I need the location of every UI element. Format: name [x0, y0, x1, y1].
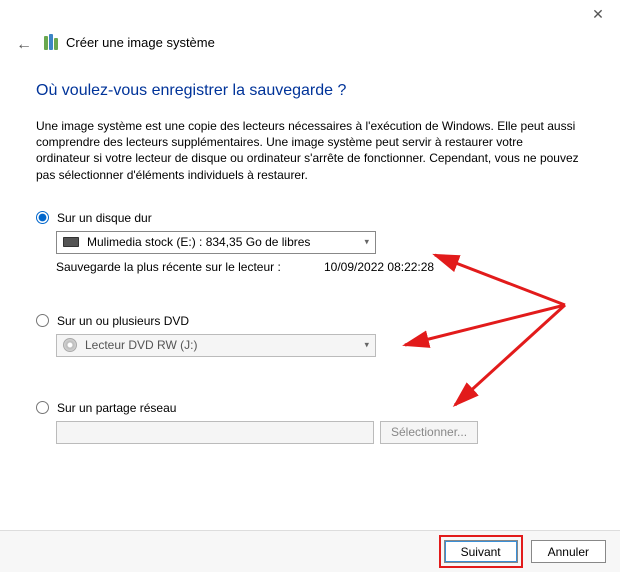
last-backup-row: Sauvegarde la plus récente sur le lecteu…: [56, 260, 580, 274]
radio-hard-disk-label: Sur un disque dur: [57, 211, 152, 225]
disc-icon: [63, 338, 77, 352]
radio-dvd-input[interactable]: [36, 314, 49, 327]
radio-hard-disk-input[interactable]: [36, 211, 49, 224]
hard-disk-selected: Mulimedia stock (E:) : 834,35 Go de libr…: [87, 235, 310, 249]
chevron-down-icon: ▾: [364, 340, 369, 351]
browse-network-button: Sélectionner...: [380, 421, 478, 444]
radio-network-input[interactable]: [36, 401, 49, 414]
dvd-selected: Lecteur DVD RW (J:): [85, 338, 197, 352]
hard-disk-combo[interactable]: Mulimedia stock (E:) : 834,35 Go de libr…: [56, 231, 376, 254]
option-dvd: Sur un ou plusieurs DVD Lecteur DVD RW (…: [36, 314, 580, 357]
system-image-icon: [44, 34, 60, 50]
cancel-button[interactable]: Annuler: [531, 540, 606, 563]
page-heading: Où voulez-vous enregistrer la sauvegarde…: [36, 82, 580, 100]
dvd-combo: Lecteur DVD RW (J:) ▾: [56, 334, 376, 357]
radio-dvd[interactable]: Sur un ou plusieurs DVD: [36, 314, 580, 328]
next-button[interactable]: Suivant: [444, 540, 518, 563]
network-path-input: [56, 421, 374, 444]
radio-network[interactable]: Sur un partage réseau: [36, 401, 580, 415]
chevron-down-icon: ▾: [364, 237, 369, 248]
radio-network-label: Sur un partage réseau: [57, 401, 176, 415]
radio-hard-disk[interactable]: Sur un disque dur: [36, 211, 580, 225]
page-description: Une image système est une copie des lect…: [36, 118, 580, 183]
last-backup-label: Sauvegarde la plus récente sur le lecteu…: [56, 260, 324, 274]
next-button-highlight: Suivant: [439, 535, 523, 568]
radio-dvd-label: Sur un ou plusieurs DVD: [57, 314, 189, 328]
hard-drive-icon: [63, 237, 79, 247]
window-title: Créer une image système: [66, 35, 215, 50]
close-icon[interactable]: ✕: [586, 6, 610, 30]
last-backup-value: 10/09/2022 08:22:28: [324, 260, 434, 274]
option-hard-disk: Sur un disque dur Mulimedia stock (E:) :…: [36, 211, 580, 274]
option-network: Sur un partage réseau Sélectionner...: [36, 401, 580, 444]
footer: Suivant Annuler: [0, 530, 620, 572]
back-arrow-icon[interactable]: ←: [16, 36, 32, 54]
